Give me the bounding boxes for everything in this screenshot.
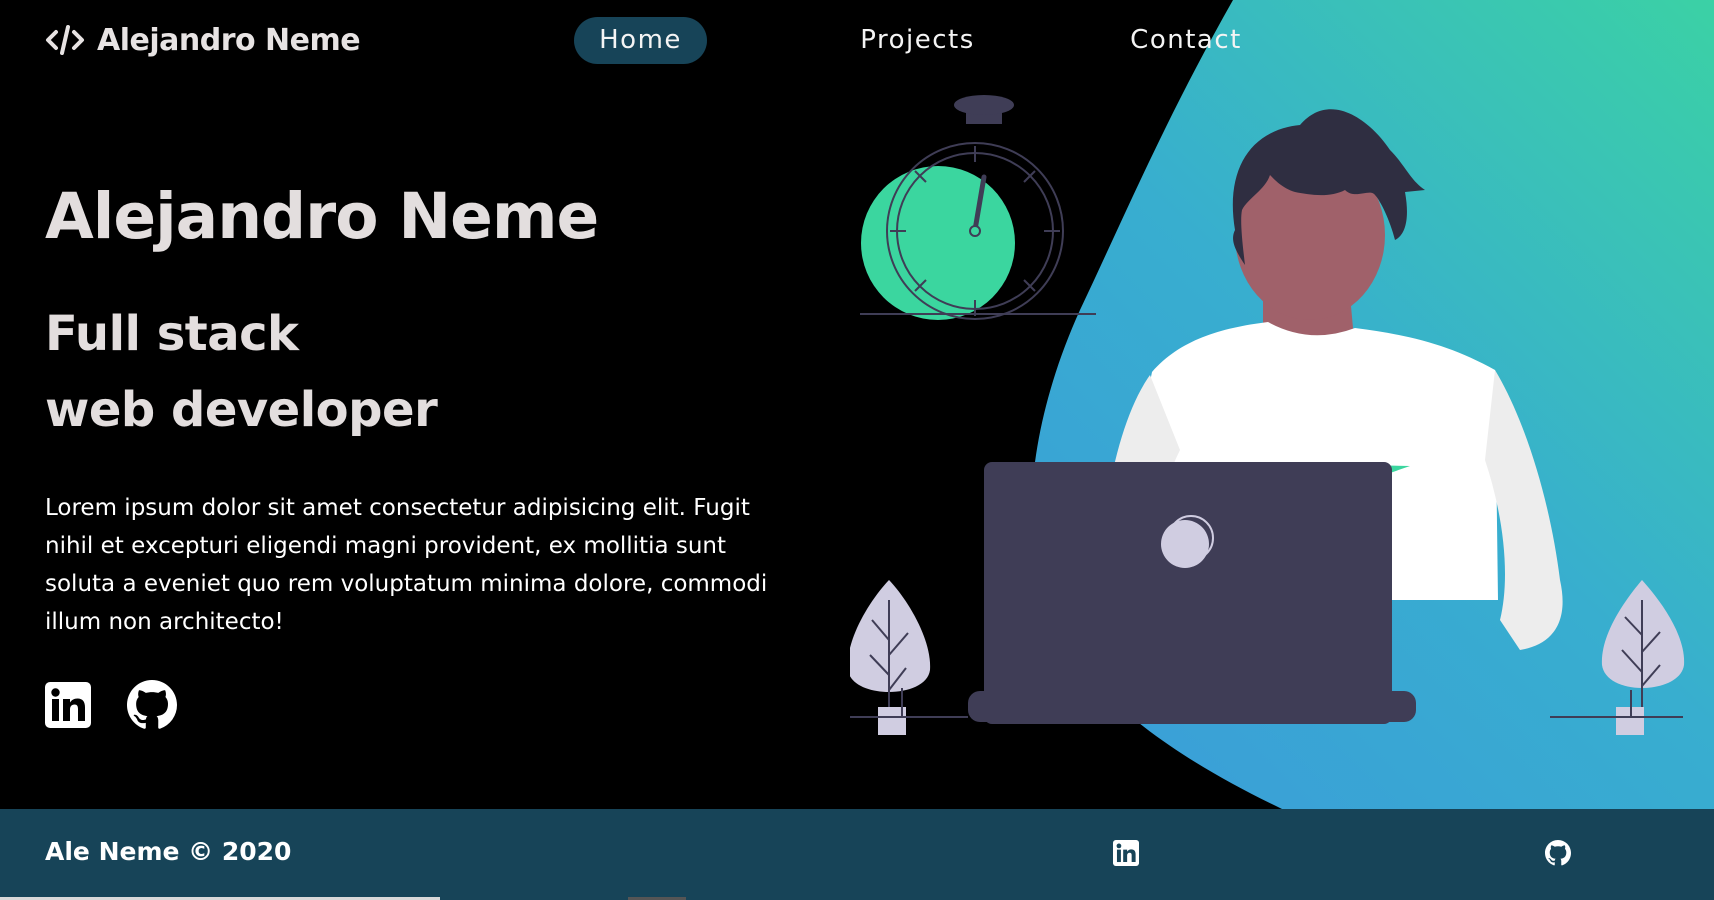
nav-contact[interactable]: Contact (1126, 17, 1246, 64)
github-icon[interactable] (127, 680, 177, 730)
portfolio-page: Alejandro Neme Home Projects Contact Ale… (0, 0, 1714, 900)
plant-right-icon (1550, 580, 1685, 735)
plant-left-icon (850, 580, 968, 735)
stopwatch-icon (860, 95, 1096, 320)
developer-illustration (850, 95, 1685, 735)
linkedin-icon[interactable] (45, 682, 91, 728)
site-footer: Ale Neme © 2020 (0, 809, 1714, 900)
social-links (45, 680, 177, 730)
nav-home[interactable]: Home (574, 17, 707, 64)
hero-subtitle: Full stack web developer (45, 296, 438, 448)
hero-title: Alejandro Neme (45, 180, 599, 253)
hero-description: Lorem ipsum dolor sit amet consectetur a… (45, 495, 768, 635)
nav-projects[interactable]: Projects (850, 17, 985, 64)
hero-subtitle-line1: Full stack (45, 306, 299, 362)
site-header: Alejandro Neme Home Projects Contact (0, 0, 1714, 82)
github-icon[interactable] (1545, 840, 1571, 866)
footer-copyright: Ale Neme © 2020 (45, 837, 292, 866)
main-nav: Home Projects Contact (0, 17, 1714, 65)
linkedin-icon[interactable] (1113, 840, 1139, 866)
hero-subtitle-line2: web developer (45, 382, 438, 438)
